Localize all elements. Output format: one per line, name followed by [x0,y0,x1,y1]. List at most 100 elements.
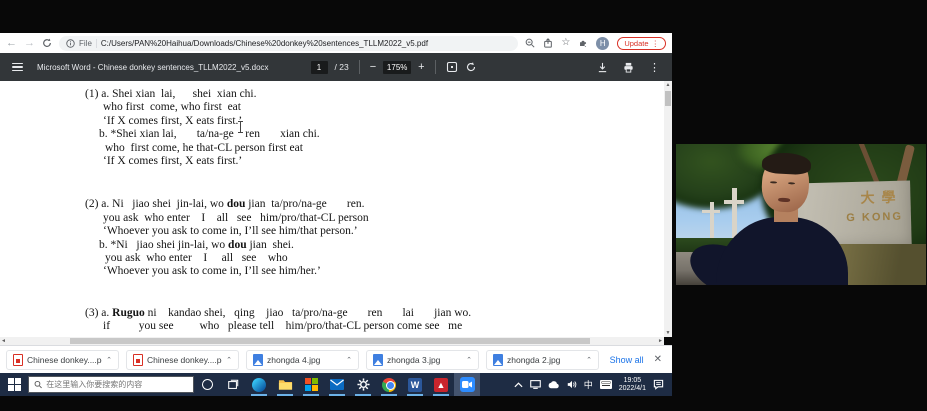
pdf-viewer-toolbar: Microsoft Word - Chinese donkey sentence… [0,53,672,81]
doc-line: who first come, he that-CL person first … [105,142,664,155]
download-filename: Chinese donkey....pdf [27,355,102,365]
address-bar[interactable]: File C:/Users/PAN%20Haihua/Downloads/Chi… [59,36,518,51]
scroll-right-icon[interactable]: ► [658,337,663,345]
chevron-up-icon[interactable]: ⌃ [106,356,112,364]
participant-eye [770,181,777,183]
tray-chevron-icon[interactable] [514,382,523,388]
system-tray: 中 19:05 2022/4/1 [506,373,672,396]
zoom-in-button[interactable]: + [418,62,424,73]
task-view-icon [227,379,239,391]
download-chip[interactable]: Chinese donkey....pdf ⌃ [6,350,119,370]
ime-keyboard-icon[interactable] [600,380,612,389]
chevron-up-icon[interactable]: ⌃ [346,356,352,364]
chevron-up-icon[interactable]: ⌃ [466,356,472,364]
download-chip[interactable]: zhongda 4.jpg ⌃ [246,350,359,370]
webcam-video[interactable]: 大學 G KONG [676,144,926,285]
windows-taskbar: W ▲ 中 19:05 2022/4/1 [0,373,672,396]
taskbar-search[interactable] [28,376,194,393]
update-button[interactable]: Update ⋮ [617,37,666,50]
sign-english-text: G KONG [846,211,903,224]
gear-icon [357,378,370,391]
download-chip[interactable]: zhongda 3.jpg ⌃ [366,350,479,370]
extensions-icon[interactable] [578,38,588,48]
download-filename: Chinese donkey....pdf [147,355,222,365]
fit-page-icon[interactable] [446,61,458,73]
url-scheme-label: File [79,39,92,48]
tray-monitor-icon[interactable] [530,380,541,389]
scroll-left-icon[interactable]: ◄ [1,337,6,345]
chevron-up-icon[interactable]: ⌃ [586,356,592,364]
pdf-document-title: Microsoft Word - Chinese donkey sentence… [37,63,269,72]
url-text: C:/Users/PAN%20Haihua/Downloads/Chinese%… [101,39,511,48]
task-view-button[interactable] [220,373,246,396]
pdf-menu-icon[interactable] [12,63,23,72]
taskbar-app-settings[interactable] [350,373,376,396]
sculpture [732,188,737,240]
file-icon [133,354,143,366]
horizontal-scrollbar[interactable]: ◄ ► [0,337,664,345]
acrobat-icon: ▲ [434,378,448,392]
chevron-up-icon[interactable]: ⌃ [226,356,232,364]
info-icon[interactable] [66,39,75,48]
edge-icon [252,378,266,392]
zoom-out-button[interactable]: − [370,62,376,73]
taskbar-app-mail[interactable] [324,373,350,396]
zoom-meeting-window: ← → File C:/Users/PAN%20Haihua/Downloads… [0,0,927,411]
download-icon[interactable] [597,62,608,73]
taskbar-app-acrobat[interactable]: ▲ [428,373,454,396]
bookmark-star-icon[interactable]: ☆ [561,38,570,48]
notification-center-icon[interactable] [653,379,664,390]
zoom-page-icon[interactable] [525,38,535,48]
cortana-button[interactable] [194,373,220,396]
more-options-icon[interactable]: ⋮ [649,61,660,74]
taskbar-clock[interactable]: 19:05 2022/4/1 [619,377,646,393]
doc-line: ‘If X comes first, X eats first.’ [103,115,664,128]
toolbar-divider [435,60,436,74]
browser-menu-icon[interactable]: ⋮ [652,39,660,48]
page-number-input[interactable] [311,61,328,74]
scroll-up-icon[interactable]: ▲ [664,81,672,89]
tray-cloud-icon[interactable] [548,381,560,389]
download-chip[interactable]: Chinese donkey....pdf ⌃ [126,350,239,370]
forward-icon[interactable]: → [24,38,35,49]
ime-indicator[interactable]: 中 [584,378,593,391]
taskbar-app-zoom[interactable] [454,373,480,396]
show-all-button[interactable]: Show all [600,355,654,365]
tray-volume-icon[interactable] [567,380,577,389]
downloads-bar: Chinese donkey....pdf ⌃ Chinese donkey..… [0,345,672,373]
vertical-scroll-thumb[interactable] [665,91,671,106]
rotate-icon[interactable] [465,61,477,73]
back-icon[interactable]: ← [6,38,17,49]
sculpture [710,202,714,238]
doc-line: (3) a. Ruguo ni kandao shei, qing jiao t… [85,307,664,320]
share-icon[interactable] [543,38,553,48]
download-filename: zhongda 4.jpg [267,355,342,365]
taskbar-app-chrome[interactable] [376,373,402,396]
reload-icon[interactable] [42,38,52,48]
profile-avatar[interactable]: H [596,37,609,50]
participant-eye [788,182,795,184]
doc-line: ‘If X comes first, X eats first.’ [103,155,664,168]
start-button[interactable] [0,373,28,396]
scroll-down-icon[interactable]: ▼ [664,329,672,337]
file-explorer-icon [278,378,293,391]
horizontal-scroll-thumb[interactable] [70,338,590,344]
page-total-label: / 23 [335,62,349,72]
clock-time: 19:05 [624,377,642,384]
vertical-scrollbar[interactable]: ▲ ▼ [664,81,672,337]
participant-mouth [778,198,790,203]
taskbar-app-explorer[interactable] [272,373,298,396]
download-chip[interactable]: zhongda 2.jpg ⌃ [486,350,599,370]
taskbar-app-store[interactable] [298,373,324,396]
taskbar-app-edge[interactable] [246,373,272,396]
taskbar-search-input[interactable] [46,380,188,389]
microsoft-store-icon [305,378,318,391]
document-content: (1) a. Shei xian lai, shei xian chi.who … [0,81,664,334]
file-icon [373,354,383,366]
doc-line: ‘Whoever you ask to come in, I’ll see hi… [103,225,664,238]
print-icon[interactable] [623,62,634,73]
taskbar-app-word[interactable]: W [402,373,428,396]
document-page[interactable]: (1) a. Shei xian lai, shei xian chi.who … [0,81,664,337]
close-downloads-icon[interactable]: ✕ [654,354,666,365]
doc-line: you ask who enter I all see who [105,252,664,265]
